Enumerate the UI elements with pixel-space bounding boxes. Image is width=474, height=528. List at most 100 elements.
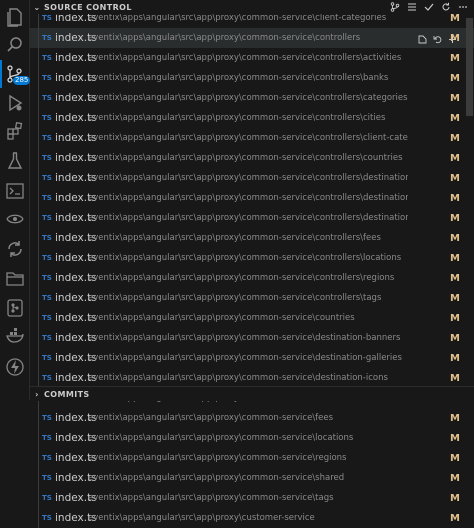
file-path: eventix\apps\angular\src\app\proxy\commo…: [88, 153, 403, 163]
list-view-icon[interactable]: [407, 2, 417, 12]
explorer-icon[interactable]: [4, 6, 26, 28]
file-row[interactable]: TSindex.tseventix\apps\angular\src\app\p…: [30, 328, 474, 348]
modified-status: M: [450, 72, 460, 84]
commit-check-icon[interactable]: [424, 2, 434, 12]
file-row[interactable]: TSindex.tseventix\apps\angular\src\app\p…: [30, 368, 474, 388]
file-path: eventix\apps\angular\src\app\proxy\commo…: [88, 73, 389, 83]
modified-status: M: [450, 312, 460, 324]
file-row[interactable]: TSindex.tseventix\apps\angular\src\app\p…: [30, 188, 474, 208]
source-control-icon[interactable]: 285: [0, 60, 31, 88]
indent-guide: [38, 488, 39, 508]
source-control-header[interactable]: ⌄ SOURCE CONTROL: [30, 0, 474, 14]
file-path: eventix\apps\angular\src\app\proxy\custo…: [88, 513, 315, 523]
indent-guide: [38, 328, 39, 348]
git-graph-icon[interactable]: [4, 297, 26, 319]
modified-status: M: [450, 332, 460, 344]
run-debug-icon[interactable]: [4, 92, 26, 114]
file-row[interactable]: TSindex.tseventix\apps\angular\src\app\p…: [30, 288, 474, 308]
file-row[interactable]: TSindex.tseventix\apps\angular\src\app\p…: [30, 448, 474, 468]
file-path: eventix\apps\angular\src\app\proxy\commo…: [88, 273, 395, 283]
typescript-file-icon: TS: [42, 94, 52, 102]
modified-status: M: [450, 232, 460, 244]
header-actions: [390, 0, 468, 14]
docker-icon[interactable]: [4, 325, 26, 347]
vertical-scrollbar[interactable]: [464, 14, 474, 386]
file-path: eventix\apps\angular\src\app\proxy\commo…: [88, 333, 401, 343]
indent-guide: [38, 368, 39, 388]
folder-icon[interactable]: [4, 267, 26, 289]
typescript-file-icon: TS: [42, 194, 52, 202]
indent-guide: [38, 408, 39, 428]
file-row[interactable]: TSindex.tseventix\apps\angular\src\app\p…: [30, 88, 474, 108]
modified-status: M: [450, 412, 460, 424]
file-path: eventix\apps\angular\src\app\proxy\commo…: [88, 173, 408, 183]
file-row[interactable]: TSindex.tseventix\apps\angular\src\app\p…: [30, 128, 474, 148]
indent-guide: [38, 48, 39, 68]
scrollbar-thumb[interactable]: [466, 18, 473, 116]
file-row[interactable]: TSindex.tseventix\apps\angular\src\app\p…: [30, 408, 474, 428]
thunder-client-icon[interactable]: [4, 356, 26, 378]
modified-status: M: [450, 192, 460, 204]
file-row[interactable]: TSindex.tseventix\apps\angular\src\app\p…: [30, 468, 474, 488]
file-path: eventix\apps\angular\src\app\proxy\commo…: [88, 53, 402, 63]
file-row[interactable]: TSindex.tseventix\apps\angular\src\app\p…: [30, 268, 474, 288]
testing-flask-icon[interactable]: [4, 150, 26, 172]
file-row[interactable]: TSindex.tseventix\apps\angular\src\app\p…: [30, 68, 474, 88]
typescript-file-icon: TS: [42, 154, 52, 162]
search-icon[interactable]: [4, 34, 26, 56]
commits-header[interactable]: › COMMITS: [30, 386, 474, 401]
file-path: eventix\apps\angular\src\app\proxy\commo…: [88, 233, 381, 243]
file-row[interactable]: TSindex.tseventix\apps\angular\src\app\p…: [30, 308, 474, 328]
extensions-icon[interactable]: [4, 120, 26, 142]
indent-guide: [38, 128, 39, 148]
chevron-down-icon[interactable]: ⌄: [30, 3, 44, 12]
modified-status: M: [450, 372, 460, 384]
file-row[interactable]: TSindex.tseventix\apps\angular\src\app\p…: [30, 28, 474, 48]
file-row[interactable]: TSindex.tseventix\apps\angular\src\app\p…: [30, 428, 474, 448]
indent-guide: [38, 428, 39, 448]
remote-explorer-icon[interactable]: [4, 208, 26, 230]
file-row[interactable]: TSindex.tseventix\apps\angular\src\app\p…: [30, 48, 474, 68]
terminal-icon[interactable]: [4, 180, 26, 202]
open-file-icon[interactable]: [418, 34, 427, 43]
file-path: eventix\apps\angular\src\app\proxy\commo…: [88, 33, 361, 43]
file-path: eventix\apps\angular\src\app\proxy\commo…: [88, 433, 354, 443]
typescript-file-icon: TS: [42, 494, 52, 502]
file-row[interactable]: TSindex.tseventix\apps\angular\src\app\p…: [30, 108, 474, 128]
file-path: eventix\apps\angular\src\app\proxy\commo…: [88, 313, 355, 323]
indent-guide: [38, 348, 39, 368]
modified-status: M: [450, 212, 460, 224]
typescript-file-icon: TS: [42, 454, 52, 462]
modified-status: M: [450, 92, 460, 104]
typescript-file-icon: TS: [42, 34, 52, 42]
refresh-icon[interactable]: [441, 2, 451, 12]
commits-title: COMMITS: [44, 389, 90, 399]
typescript-file-icon: TS: [42, 54, 52, 62]
chevron-right-icon[interactable]: ›: [30, 390, 44, 399]
indent-guide: [38, 168, 39, 188]
file-path: eventix\apps\angular\src\app\proxy\commo…: [88, 493, 334, 503]
file-row[interactable]: TSindex.tseventix\apps\angular\src\app\p…: [30, 248, 474, 268]
discard-changes-icon[interactable]: [433, 34, 442, 43]
indent-guide: [38, 288, 39, 308]
file-path: eventix\apps\angular\src\app\proxy\commo…: [88, 253, 402, 263]
file-row[interactable]: TSindex.tseventix\apps\angular\src\app\p…: [30, 168, 474, 188]
file-row[interactable]: TSindex.tseventix\apps\angular\src\app\p…: [30, 208, 474, 228]
file-path: eventix\apps\angular\src\app\proxy\commo…: [88, 133, 408, 143]
file-row[interactable]: TSindex.tseventix\apps\angular\src\app\p…: [30, 348, 474, 368]
typescript-file-icon: TS: [42, 134, 52, 142]
file-row[interactable]: TSindex.tseventix\apps\angular\src\app\p…: [30, 228, 474, 248]
typescript-file-icon: TS: [42, 434, 52, 442]
modified-status: M: [450, 112, 460, 124]
branch-action-icon[interactable]: [390, 2, 400, 12]
modified-status: M: [450, 52, 460, 64]
typescript-file-icon: TS: [42, 294, 52, 302]
file-row[interactable]: TSindex.tseventix\apps\angular\src\app\p…: [30, 148, 474, 168]
activity-bar: 285: [0, 0, 31, 400]
file-row[interactable]: TSindex.tseventix\apps\angular\src\app\p…: [30, 488, 474, 508]
more-actions-icon[interactable]: [458, 2, 468, 12]
file-path: eventix\apps\angular\src\app\proxy\commo…: [88, 413, 334, 423]
file-row[interactable]: TSindex.tseventix\apps\angular\src\app\p…: [30, 508, 474, 528]
modified-status: M: [450, 272, 460, 284]
sync-icon[interactable]: [4, 238, 26, 260]
